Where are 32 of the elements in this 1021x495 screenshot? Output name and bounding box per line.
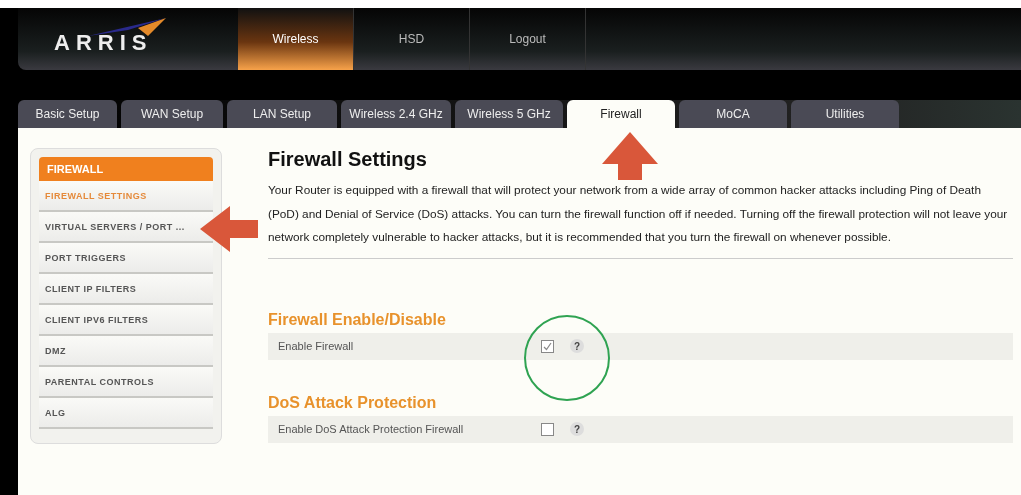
help-icon[interactable]: ? — [570, 339, 584, 353]
section-heading: DoS Attack Protection — [268, 393, 438, 412]
tab[interactable]: Basic Setup — [18, 100, 117, 128]
nav-tab[interactable]: HSD — [354, 8, 470, 70]
sidebar-item[interactable]: PORT TRIGGERS — [39, 243, 213, 274]
sidebar-header: FIREWALL — [39, 157, 213, 181]
sidebar-item[interactable]: CLIENT IP FILTERS — [39, 274, 213, 305]
page-title: Firewall Settings — [268, 148, 428, 171]
nav-tab[interactable]: Logout — [470, 8, 586, 70]
up-arrow-icon — [602, 132, 658, 180]
option-label: Enable DoS Attack Protection Firewall — [278, 423, 465, 435]
help-icon[interactable]: ? — [570, 422, 584, 436]
tab[interactable]: LAN Setup — [227, 100, 337, 128]
nav-tab[interactable]: Wireless — [238, 8, 354, 70]
sidebar-item[interactable]: DMZ — [39, 336, 213, 367]
sidebar-item[interactable]: CLIENT IPV6 FILTERS — [39, 305, 213, 336]
tab[interactable]: Firewall — [567, 100, 675, 128]
tab[interactable]: Wireless 2.4 GHz — [341, 100, 451, 128]
checkbox[interactable] — [541, 422, 554, 436]
logo: ARRIS — [54, 30, 153, 56]
tab[interactable]: MoCA — [679, 100, 787, 128]
section-heading: Firewall Enable/Disable — [268, 310, 447, 329]
checkbox[interactable] — [541, 339, 554, 353]
sidebar-item[interactable]: VIRTUAL SERVERS / PORT ... — [39, 212, 213, 243]
tab[interactable]: WAN Setup — [121, 100, 223, 128]
sidebar-item[interactable]: ALG — [39, 398, 213, 429]
description-paragraph: Your Router is equipped with a firewall that will protect your network from a wide array of common hacker attacks including Ping of Death (PoD) and Denial of Service (DoS) attacks. You can turn the firewall function off if needed. Turning off the firewall protection will not leave your network completely vulnerable to hacker attacks, but it is recommended that you turn the firewall on whenever possible. — [268, 179, 1013, 259]
tab[interactable]: Utilities — [791, 100, 899, 128]
option-label: Enable Firewall — [278, 340, 355, 352]
tab[interactable]: Wireless 5 GHz — [455, 100, 563, 128]
sidebar-item[interactable]: PARENTAL CONTROLS — [39, 367, 213, 398]
left-arrow-icon — [200, 206, 258, 252]
